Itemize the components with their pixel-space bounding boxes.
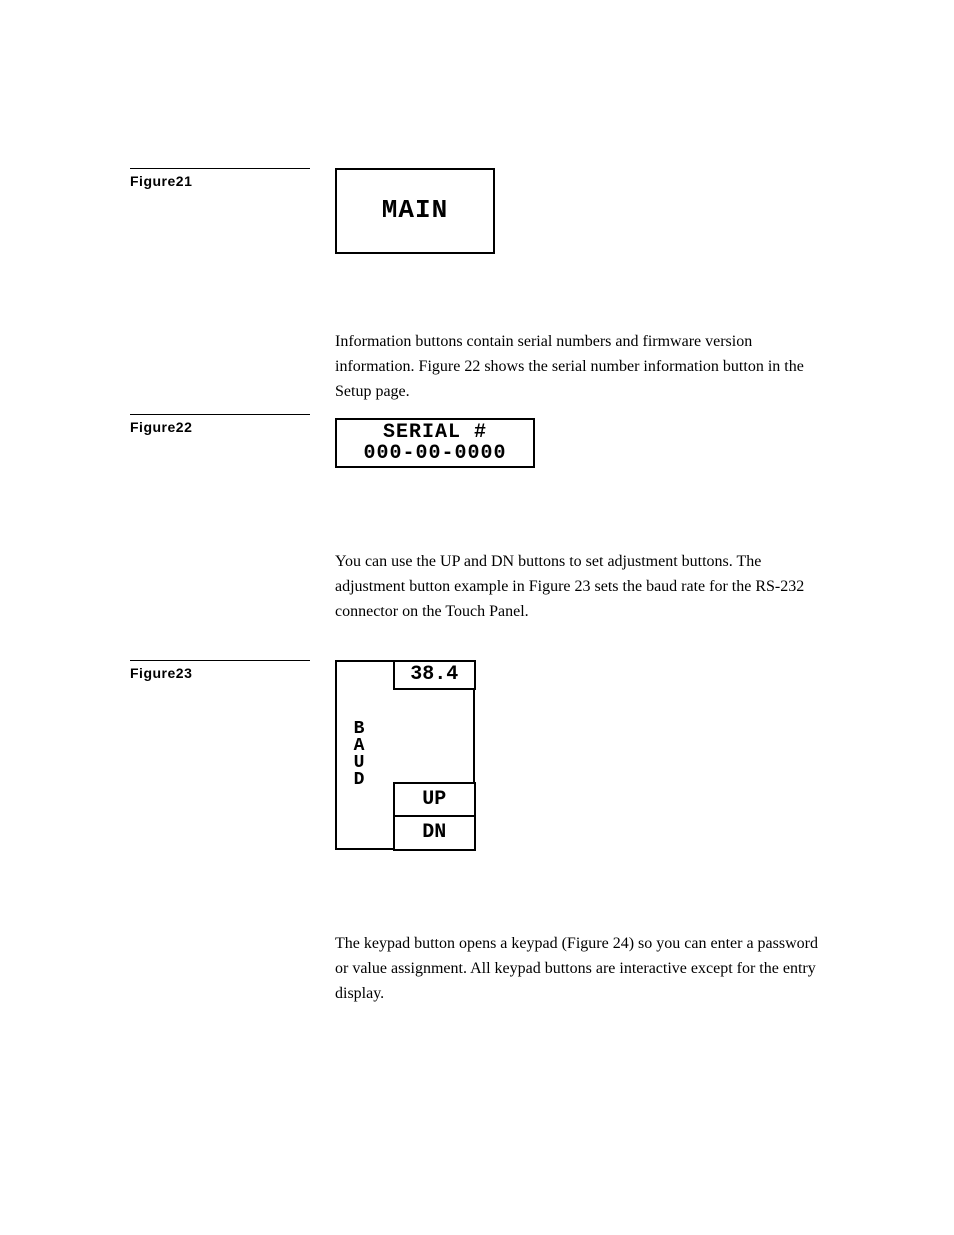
figure22-serial-button: SERIAL # 000-00-0000 (335, 418, 535, 468)
figure21-main-button[interactable]: MAIN (335, 168, 495, 254)
figure22-caption-block: Figure22 (130, 414, 310, 435)
figure23-label: Figure23 (130, 665, 310, 681)
figure21-rule (130, 168, 310, 169)
baud-up-button[interactable]: UP (393, 782, 476, 818)
figure22-serial-text: SERIAL # 000-00-0000 (363, 422, 506, 464)
figure21-label: Figure21 (130, 173, 310, 189)
paragraph-2: You can use the UP and DN buttons to set… (335, 550, 825, 624)
baud-value-text: 38.4 (410, 663, 458, 686)
figure22-label: Figure22 (130, 419, 310, 435)
paragraph-3: The keypad button opens a keypad (Figure… (335, 932, 825, 1006)
paragraph-1: Information buttons contain serial numbe… (335, 330, 825, 404)
figure21-caption-block: Figure21 (130, 168, 310, 189)
baud-dn-text: DN (422, 821, 446, 844)
figure21-main-text: MAIN (382, 197, 448, 224)
figure23-caption-block: Figure23 (130, 660, 310, 681)
serial-line2: 000-00-0000 (363, 443, 506, 464)
baud-dn-button[interactable]: DN (393, 815, 476, 851)
page: Figure21 MAIN Information buttons contai… (0, 0, 954, 1235)
serial-line1: SERIAL # (363, 422, 506, 443)
figure23-rule (130, 660, 310, 661)
baud-up-text: UP (422, 788, 446, 811)
figure23-baud-widget: BAUD 38.4 UP DN (335, 660, 475, 850)
baud-right-column: 38.4 UP DN (393, 660, 476, 851)
figure22-rule (130, 414, 310, 415)
baud-value-display: 38.4 (393, 660, 476, 690)
baud-vertical-label: BAUD (343, 721, 375, 789)
